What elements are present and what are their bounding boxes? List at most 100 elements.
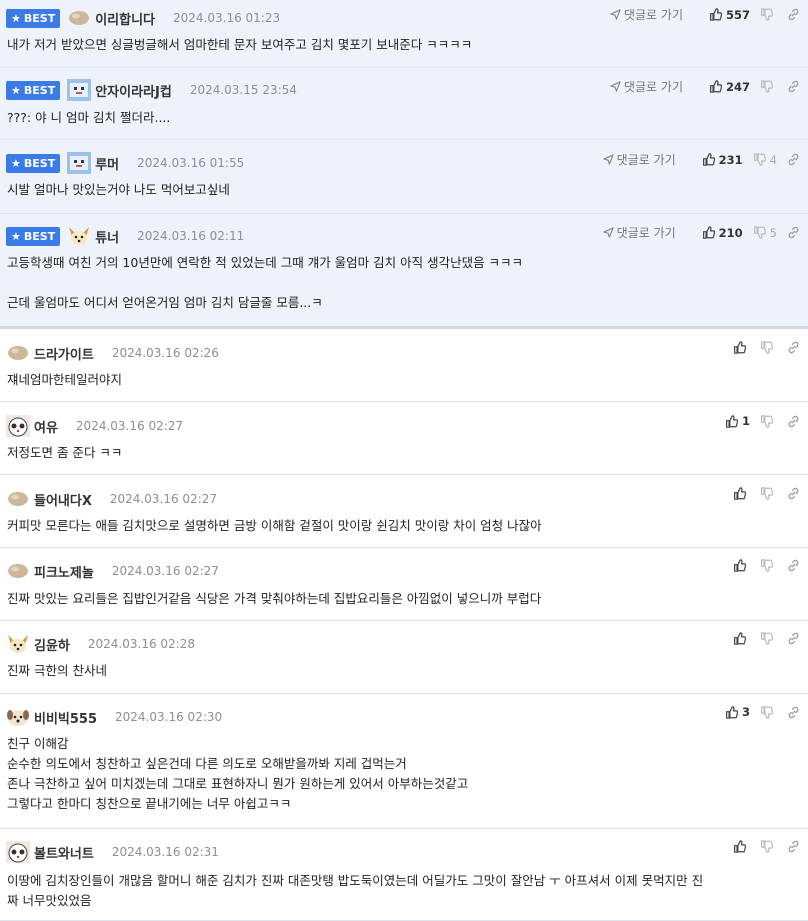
- share-link-button[interactable]: [787, 559, 800, 572]
- comment-text-line: 커피맛 모른다는 애들 김치맛으로 설명하면 금방 이해함 겉절이 맛이랑 쉰김…: [7, 518, 542, 533]
- dislike-button[interactable]: [760, 80, 777, 93]
- dislike-button[interactable]: [760, 487, 777, 500]
- comment-header: 여유 2024.03.16 02:27: [6, 415, 183, 437]
- link-icon: [787, 341, 800, 354]
- nickname[interactable]: 안자이라라J컵: [95, 81, 172, 100]
- share-link-button[interactable]: [787, 80, 800, 93]
- comment-date: 2024.03.16 02:30: [115, 710, 223, 724]
- thumbs-up-icon: [725, 414, 738, 428]
- reply-go-link[interactable]: 댓글로 가기: [610, 78, 683, 95]
- nickname[interactable]: 여유: [34, 417, 58, 436]
- share-link-button[interactable]: [787, 153, 800, 166]
- like-button[interactable]: 3: [725, 705, 750, 719]
- potato-avatar[interactable]: [6, 342, 30, 364]
- share-link-button[interactable]: [787, 487, 800, 500]
- comment-text-line: 진짜 극한의 찬사네: [7, 663, 107, 678]
- nickname[interactable]: 김윤하: [34, 635, 70, 654]
- thumbs-up-icon: [733, 840, 746, 853]
- panda-avatar[interactable]: [6, 415, 30, 437]
- dislike-button[interactable]: 5: [753, 226, 777, 240]
- share-link-button[interactable]: [787, 415, 800, 428]
- pixel-avatar[interactable]: [67, 79, 92, 101]
- like-button[interactable]: [733, 632, 750, 645]
- thumbs-down-icon: [753, 226, 766, 239]
- comment-date: 2024.03.16 02:31: [111, 845, 219, 859]
- dislike-button[interactable]: [760, 341, 777, 354]
- like-count: 231: [718, 152, 743, 167]
- comment-date: 2024.03.16 02:11: [137, 229, 245, 243]
- comment-date: 2024.03.16 02:26: [111, 346, 219, 360]
- share-link-button[interactable]: [787, 341, 800, 354]
- comment-actions: 1: [715, 414, 800, 428]
- pixel-avatar[interactable]: [67, 152, 92, 174]
- nickname[interactable]: 루머: [95, 154, 119, 173]
- comment-text-line: 친구 이해감: [7, 736, 69, 751]
- reply-go-link[interactable]: 댓글로 가기: [602, 151, 676, 168]
- reply-go-link[interactable]: 댓글로 가기: [610, 6, 683, 23]
- puppy-avatar[interactable]: [6, 706, 30, 728]
- nickname[interactable]: 드라가이트: [34, 344, 94, 363]
- thumbs-down-icon: [760, 80, 773, 93]
- thumbs-down-icon: [753, 153, 766, 166]
- comment-header: ★ BEST 안자이라라J컵 2024.03.15 23:54: [6, 79, 297, 101]
- share-link-button[interactable]: [787, 8, 800, 21]
- best-comment: ★ BEST 안자이라라J컵 2024.03.15 23:54 댓글로 가기 247???…: [0, 68, 808, 140]
- comment-header: 비비빅555 2024.03.16 02:30: [6, 706, 222, 728]
- thumbs-up-icon: [702, 226, 715, 239]
- reply-go-link[interactable]: 댓글로 가기: [602, 224, 676, 241]
- dislike-button[interactable]: [760, 559, 777, 572]
- potato-avatar[interactable]: [67, 7, 91, 29]
- dislike-button[interactable]: [760, 8, 777, 21]
- dislike-button[interactable]: [760, 632, 777, 645]
- like-button[interactable]: 1: [725, 414, 750, 428]
- comment-header: 피크노제놀 2024.03.16 02:27: [6, 560, 219, 582]
- potato-avatar[interactable]: [6, 560, 30, 582]
- comment-text-line: ???: 야 니 엄마 김치 쩔더라....: [7, 110, 171, 125]
- best-label: BEST: [23, 229, 56, 243]
- comment: 드라가이트 2024.03.16 02:26 쟤네엄마한테일러야지: [0, 329, 808, 402]
- nickname[interactable]: 들어내다X: [34, 490, 92, 509]
- share-link-button[interactable]: [787, 840, 800, 853]
- link-icon: [787, 415, 800, 428]
- like-button[interactable]: [733, 559, 750, 572]
- comment-text-line: 고등학생때 여친 거의 10년만에 연락한 적 있었는데 그때 걔가 울엄마 김…: [7, 255, 524, 270]
- nickname[interactable]: 튜너: [95, 227, 119, 246]
- panda-avatar[interactable]: [6, 841, 30, 863]
- nickname[interactable]: 볼트와너트: [34, 843, 94, 862]
- share-link-button[interactable]: [787, 632, 800, 645]
- potato-avatar[interactable]: [6, 488, 30, 510]
- comment-actions: [723, 840, 800, 853]
- best-label: BEST: [23, 83, 56, 97]
- link-icon: [787, 153, 800, 166]
- dislike-button[interactable]: [760, 705, 777, 719]
- nickname[interactable]: 피크노제놀: [34, 562, 94, 581]
- dislike-button[interactable]: 4: [753, 153, 777, 167]
- thumbs-down-icon: [760, 840, 773, 853]
- dog-avatar[interactable]: [67, 225, 91, 247]
- nickname[interactable]: 이리합니다: [95, 9, 155, 28]
- like-button[interactable]: [733, 840, 750, 853]
- comment-text-line: 근데 울엄마도 어디서 얻어온거임 엄마 김치 담글줄 모름...ㅋ: [7, 295, 323, 310]
- like-button[interactable]: [733, 487, 750, 500]
- share-link-button[interactable]: [787, 706, 800, 719]
- dislike-button[interactable]: [760, 414, 777, 428]
- best-label: BEST: [23, 156, 56, 170]
- comment-text-line: 존나 극찬하고 싶어 미치겠는데 그대로 표현하자니 뭔가 원하는게 있어서 아…: [7, 776, 469, 791]
- comment: 여유 2024.03.16 02:27 1 저정도면 좀 준다 ㅋㅋ: [0, 402, 808, 475]
- best-label: BEST: [23, 11, 56, 25]
- like-button[interactable]: 210: [702, 226, 743, 240]
- like-button[interactable]: [733, 341, 750, 354]
- star-icon: ★: [11, 83, 21, 97]
- dog-avatar[interactable]: [6, 633, 30, 655]
- like-button[interactable]: 557: [709, 8, 750, 22]
- comment-text-line: [7, 273, 800, 293]
- comment-date: 2024.03.16 02:27: [109, 492, 217, 506]
- dislike-button[interactable]: [760, 840, 777, 853]
- share-link-button[interactable]: [787, 226, 800, 239]
- nickname[interactable]: 비비빅555: [34, 708, 97, 727]
- send-arrow-icon: [602, 227, 614, 238]
- like-button[interactable]: 231: [702, 153, 743, 167]
- comment: 볼트와너트 2024.03.16 02:31 이땅에 김치장인들이 개많음 할머니 …: [0, 829, 808, 921]
- like-button[interactable]: 247: [709, 80, 750, 94]
- comment-header: 드라가이트 2024.03.16 02:26: [6, 342, 219, 364]
